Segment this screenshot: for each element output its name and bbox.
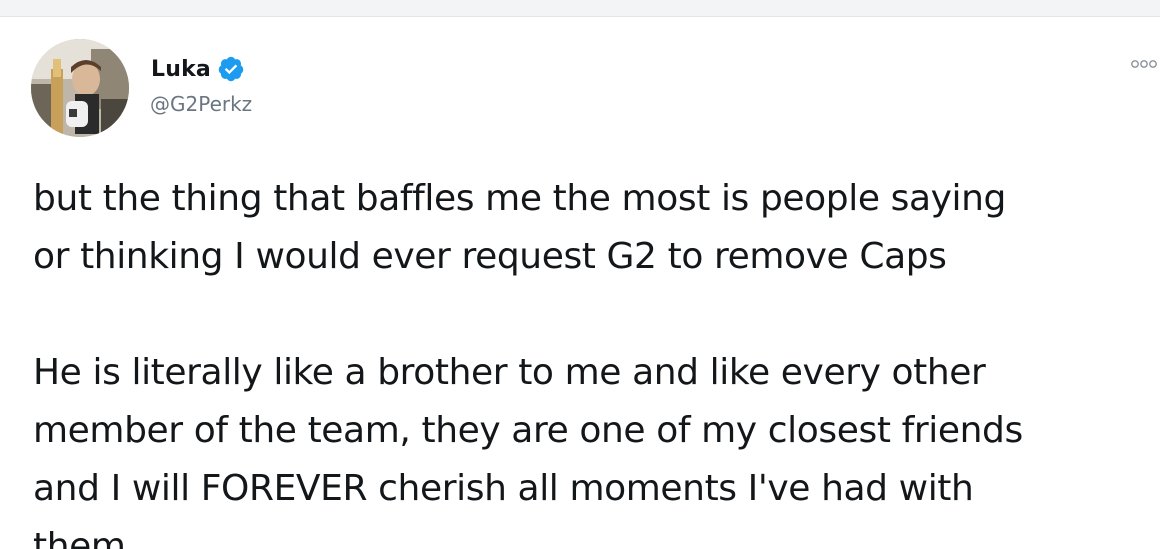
author-name-row[interactable]: Luka — [151, 52, 245, 86]
tweet-text-line: and I will FOREVER cherish all moments I… — [33, 468, 974, 509]
avatar[interactable] — [31, 39, 129, 137]
tweet-card: Luka @G2Perkz but the thing that baffles… — [0, 0, 1160, 549]
tweet-text-line: or thinking I would ever request G2 to r… — [33, 236, 947, 277]
top-divider — [0, 0, 1160, 17]
avatar-photo — [31, 39, 129, 137]
tweet-text-line: He is literally like a brother to me and… — [33, 352, 986, 393]
tweet-text-line: them — [33, 526, 126, 549]
author-handle[interactable]: @G2Perkz — [150, 92, 252, 116]
tweet-text-line: but the thing that baffles me the most i… — [33, 178, 1007, 219]
tweet-text: but the thing that baffles me the most i… — [33, 170, 1160, 549]
verified-badge-icon — [217, 55, 245, 83]
display-name[interactable]: Luka — [151, 57, 211, 82]
more-options-icon[interactable] — [1128, 56, 1160, 70]
tweet-text-line: member of the team, they are one of my c… — [33, 410, 1023, 451]
